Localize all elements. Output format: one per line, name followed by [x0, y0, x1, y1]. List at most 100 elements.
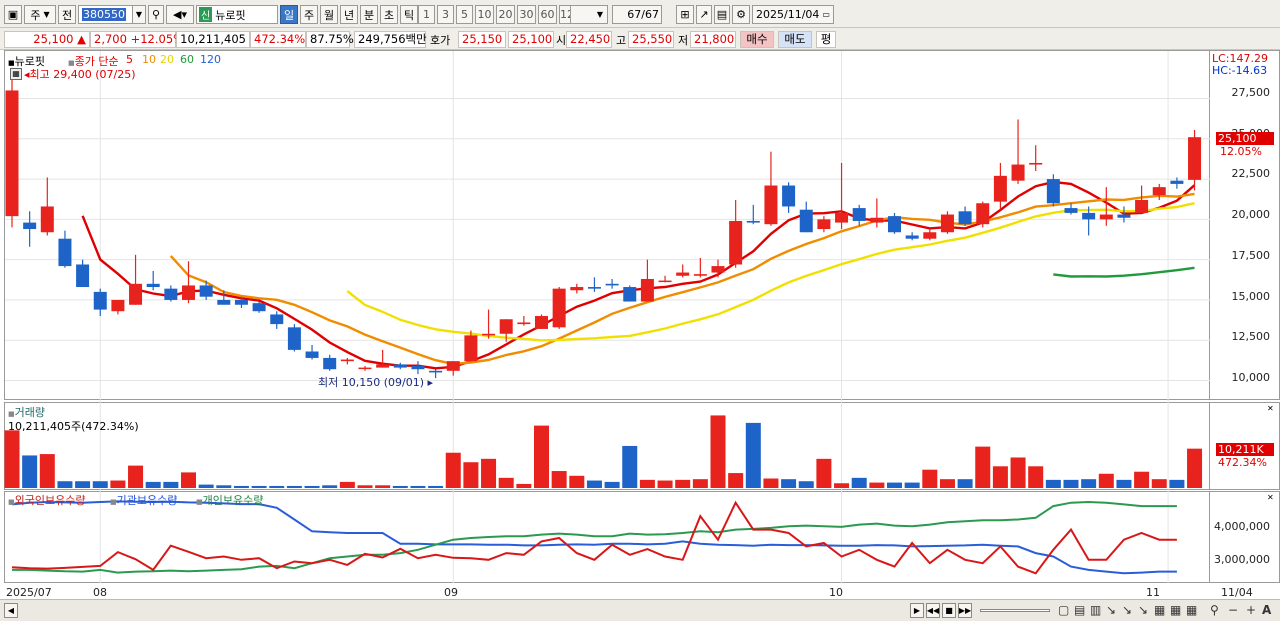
- speaker-icon[interactable]: ◀▾: [166, 5, 194, 24]
- chart-type-icon[interactable]: ▢: [1058, 603, 1069, 617]
- candle-body: [40, 206, 54, 233]
- volume-bar: [75, 481, 91, 488]
- volume-bar: [357, 485, 373, 488]
- holding-ytick: 4,000,000: [1214, 520, 1270, 533]
- scroll-left-icon[interactable]: ◀: [4, 603, 18, 618]
- count-button[interactable]: 30: [517, 5, 536, 24]
- prev-button[interactable]: 전: [58, 5, 76, 24]
- volume-bar: [233, 485, 249, 488]
- fast-forward-icon[interactable]: ▶▶: [958, 603, 972, 618]
- volume-bar: [251, 485, 267, 488]
- zoom-out-icon[interactable]: −: [1228, 603, 1238, 617]
- volume-bar: [1063, 479, 1079, 488]
- count-button[interactable]: 3: [437, 5, 454, 24]
- chart-canvas[interactable]: [0, 50, 1280, 599]
- price-value: 25,100: [33, 32, 74, 46]
- open-label: 시: [556, 34, 567, 47]
- count-button[interactable]: 20: [496, 5, 515, 24]
- pane-box-icon: ■: [110, 498, 117, 506]
- volume-bar: [181, 472, 196, 488]
- flat-button[interactable]: 평: [816, 31, 836, 48]
- stock-code-input[interactable]: 380550: [78, 5, 138, 24]
- period-tab[interactable]: 일: [280, 5, 298, 24]
- chart-type-icon[interactable]: ▦: [1154, 603, 1165, 617]
- candle-body: [1152, 187, 1166, 196]
- period-tab[interactable]: 월: [320, 5, 338, 24]
- search-icon[interactable]: ⚲: [1210, 603, 1219, 617]
- candle-body: [482, 333, 496, 336]
- stock-name-field[interactable]: 신 뉴로핏: [196, 5, 278, 24]
- period-tab[interactable]: 주: [300, 5, 318, 24]
- candle-body: [605, 283, 619, 286]
- search-icon[interactable]: ⚲: [148, 5, 164, 24]
- window-icon[interactable]: ▣: [4, 5, 22, 24]
- period-tab[interactable]: 년: [340, 5, 358, 24]
- volume-bar: [622, 445, 638, 488]
- freq-dropdown[interactable]: 주 ▼: [24, 5, 56, 24]
- crosshair-icon[interactable]: ⊞: [676, 5, 694, 24]
- candle-body: [852, 208, 866, 221]
- ask-price: 25,100: [508, 31, 554, 48]
- count-button[interactable]: 10: [475, 5, 494, 24]
- chart-type-icon[interactable]: ↘: [1122, 603, 1132, 617]
- volume-bar: [1134, 471, 1150, 488]
- candle-body: [429, 370, 443, 373]
- count-button[interactable]: 60: [538, 5, 557, 24]
- gear-icon[interactable]: ⚙: [732, 5, 750, 24]
- foreign-line: [11, 500, 1177, 575]
- pane-close-icon[interactable]: ✕: [1267, 404, 1274, 413]
- chart-type-icon[interactable]: ▦: [1186, 603, 1197, 617]
- price-ytick: 27,500: [1231, 86, 1271, 99]
- scroll-right-icon[interactable]: ▶: [910, 603, 924, 618]
- volume-bar: [463, 462, 479, 488]
- save-icon[interactable]: ▤: [714, 5, 730, 24]
- candle-body: [658, 280, 672, 283]
- pane-close-icon[interactable]: ✕: [1267, 493, 1274, 502]
- count-button[interactable]: 1: [418, 5, 435, 24]
- buy-button[interactable]: 매수: [740, 31, 774, 48]
- pane-box-icon: ■: [8, 59, 15, 67]
- candle-body: [129, 283, 143, 305]
- xaxis-label: 08: [93, 586, 107, 599]
- candle-body: [393, 364, 407, 368]
- candle-body: [746, 220, 760, 223]
- auto-scale-icon[interactable]: A: [1262, 603, 1271, 617]
- stop-icon[interactable]: ■: [942, 603, 956, 618]
- chart-type-icon[interactable]: ↘: [1138, 603, 1148, 617]
- code-dropdown[interactable]: ▼: [132, 5, 146, 24]
- candle-body: [1170, 180, 1184, 184]
- volume-bar: [728, 473, 744, 488]
- volume-bar: [551, 471, 567, 488]
- volume-summary: 10,211,405주(472.34%): [8, 420, 139, 433]
- page-counter[interactable]: 67/67: [612, 5, 662, 24]
- candle-body: [234, 299, 248, 305]
- open-price: 22,450: [566, 31, 612, 48]
- zoom-in-icon[interactable]: +: [1246, 603, 1256, 617]
- period-tab[interactable]: 분: [360, 5, 378, 24]
- candle-body: [888, 216, 901, 233]
- calendar-icon[interactable]: ▦: [10, 68, 22, 80]
- chart-type-icon[interactable]: ↘: [1106, 603, 1116, 617]
- period-tab[interactable]: 초: [380, 5, 398, 24]
- chart-type-icon[interactable]: ▦: [1170, 603, 1181, 617]
- high-note: 최고 29,400 (07/25): [29, 68, 136, 81]
- candle-body: [640, 278, 654, 302]
- date-input[interactable]: 2025/11/04 ▭: [752, 5, 834, 24]
- candle-body: [270, 314, 284, 325]
- current-pct-marker: 12.05%: [1220, 145, 1262, 158]
- chart-type-icon[interactable]: ▥: [1090, 603, 1101, 617]
- candle-body: [5, 90, 19, 217]
- institution-legend: ■기관보유수량: [110, 492, 177, 508]
- candle-body: [729, 220, 743, 265]
- sell-button[interactable]: 매도: [778, 31, 812, 48]
- extra-dropdown[interactable]: ▼: [570, 5, 608, 24]
- draw-icon[interactable]: ↗: [696, 5, 712, 24]
- count-button[interactable]: 5: [456, 5, 473, 24]
- volume-bar: [1151, 479, 1167, 488]
- low-label: 저: [678, 34, 689, 47]
- zoom-slider[interactable]: [980, 609, 1050, 612]
- turnover-ratio: 87.75%: [306, 31, 354, 48]
- period-tab[interactable]: 틱: [400, 5, 418, 24]
- rewind-icon[interactable]: ◀◀: [926, 603, 940, 618]
- chart-type-icon[interactable]: ▤: [1074, 603, 1085, 617]
